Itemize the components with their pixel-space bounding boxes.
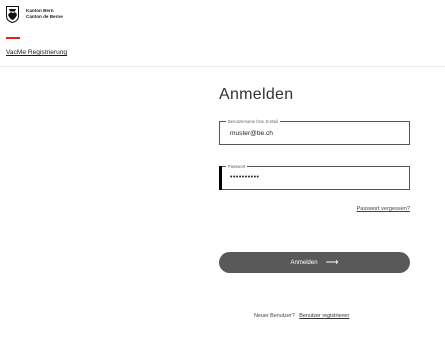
new-user-text: Neuer Benutzer?: [254, 313, 295, 319]
register-link[interactable]: Benutzer registrieren: [299, 313, 349, 319]
password-value[interactable]: ••••••••••: [230, 174, 260, 181]
brand-accent-bar: [6, 37, 20, 39]
canton-brand: Kanton Bern Canton de Berne: [26, 8, 63, 20]
login-button[interactable]: Anmelden ⟶: [219, 252, 410, 273]
username-label: Benutzername bzw. E-Mail: [226, 119, 280, 124]
bern-coat-of-arms-icon: [6, 6, 19, 23]
focus-indicator: [219, 166, 222, 190]
username-value[interactable]: muster@be.ch: [230, 130, 273, 137]
login-button-label: Anmelden: [290, 259, 318, 266]
register-prompt: Neuer Benutzer? Benutzer registrieren: [254, 313, 349, 319]
brand-line-2: Canton de Berne: [26, 14, 63, 19]
vacme-registration-link[interactable]: VacMe Registrierung: [6, 49, 67, 56]
forgot-password-link[interactable]: Passwort vergessen?: [357, 206, 410, 212]
site-header: Kanton Bern Canton de Berne VacMe Regist…: [0, 0, 445, 67]
username-field[interactable]: Benutzername bzw. E-Mail muster@be.ch: [219, 119, 410, 145]
password-label: Passwort: [226, 164, 248, 169]
arrow-right-icon: ⟶: [325, 257, 339, 267]
password-field[interactable]: Passwort ••••••••••: [219, 164, 410, 190]
page-title: Anmelden: [219, 86, 294, 103]
